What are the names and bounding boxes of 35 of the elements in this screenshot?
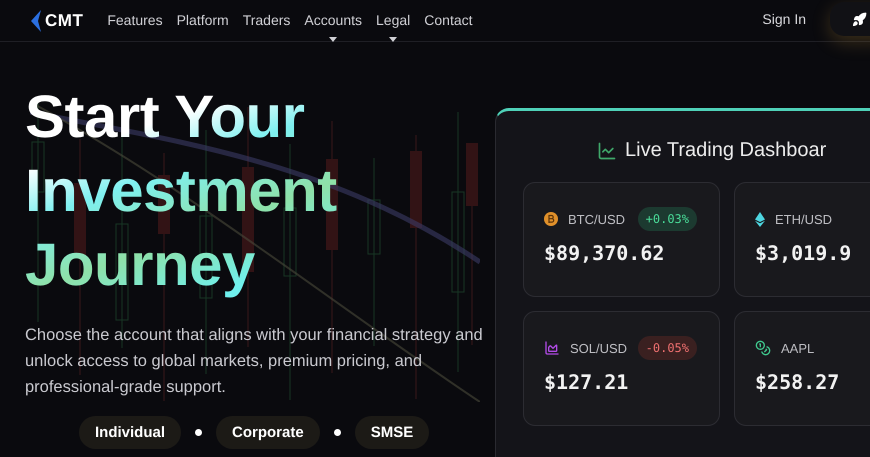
- sign-in-link[interactable]: Sign In: [762, 11, 806, 27]
- nav-link[interactable]: Traders: [242, 12, 290, 42]
- change-badge: -0.05%: [638, 336, 697, 360]
- logo-text: CMT: [45, 10, 84, 30]
- logo[interactable]: CMT: [30, 10, 84, 32]
- account-type-pill[interactable]: Individual: [79, 416, 182, 449]
- nav-link[interactable]: Accounts: [304, 12, 362, 42]
- dot-separator: [195, 429, 202, 436]
- area-chart-icon: [544, 340, 560, 356]
- ticker-symbol: ETH/USD: [775, 212, 832, 226]
- diamond-icon: [755, 212, 765, 226]
- change-badge: +0.03%: [638, 207, 697, 231]
- ticker-price: $89,370.62: [544, 241, 666, 265]
- hero-description: Choose the account that aligns with your financial strategy and unlock access to global markets, premium pricing, and professional-grade support.: [25, 325, 483, 398]
- caret-icon: [329, 37, 338, 42]
- ticker-price: $258.27: [755, 370, 840, 394]
- ticker-price: $127.21: [544, 370, 630, 394]
- bitcoin-icon: [544, 212, 558, 226]
- ticker-symbol: AAPL: [781, 340, 814, 356]
- chevron-logo-icon: [30, 10, 42, 32]
- nav-link[interactable]: Contact: [424, 12, 473, 42]
- ticker-symbol: SOL/USD: [570, 340, 628, 356]
- ticker-symbol: BTC/USD: [568, 212, 626, 226]
- dashboard-title: Live Trading Dashboar: [625, 139, 826, 162]
- rocket-icon: [852, 12, 867, 26]
- nav-link[interactable]: Legal: [376, 12, 410, 42]
- nav-link[interactable]: Features: [107, 12, 163, 42]
- nav-link[interactable]: Platform: [176, 12, 229, 42]
- ticker-price: $3,019.9: [755, 241, 852, 265]
- coins-icon: [755, 340, 771, 356]
- line-chart-icon: [597, 140, 617, 160]
- account-type-pill[interactable]: Corporate: [216, 416, 320, 449]
- account-type-pill[interactable]: SMSE: [354, 416, 430, 449]
- dot-separator: [334, 429, 341, 436]
- caret-icon: [389, 37, 398, 42]
